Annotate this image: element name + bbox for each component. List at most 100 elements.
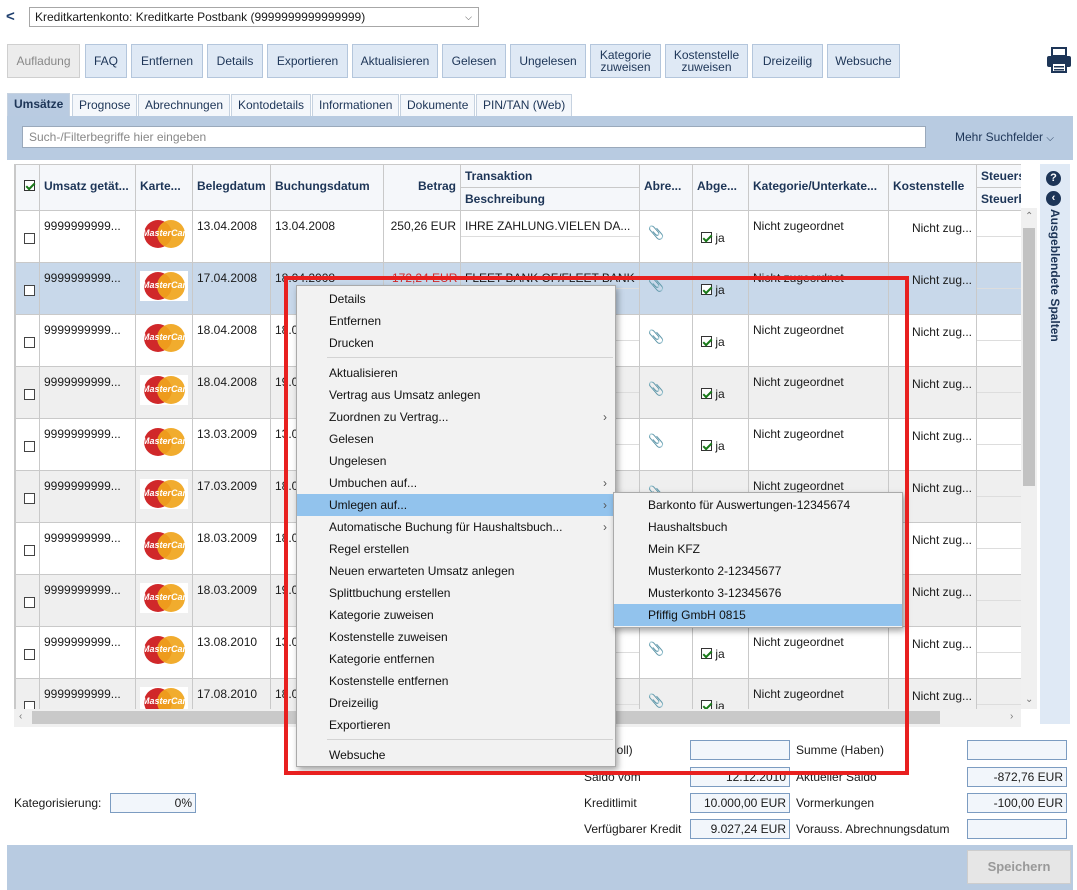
row-checkbox[interactable]: [15, 626, 40, 679]
scroll-down-icon[interactable]: ⌄: [1025, 694, 1033, 705]
submenu-item[interactable]: Pfiffig GmbH 0815: [614, 604, 902, 626]
paperclip-icon[interactable]: 📎: [648, 381, 664, 397]
row-checkbox[interactable]: [15, 574, 40, 627]
menu-item-kostenstelle-zuweisen[interactable]: Kostenstelle zuweisen: [297, 626, 615, 648]
kategorie-zuweisen-button[interactable]: Kategorie zuweisen: [590, 44, 661, 78]
back-icon[interactable]: <: [6, 8, 15, 25]
col-betrag[interactable]: Betrag: [383, 164, 461, 211]
collapse-left-icon[interactable]: ‹: [1046, 191, 1061, 206]
websuche-button[interactable]: Websuche: [827, 44, 900, 78]
gelesen-button[interactable]: Gelesen: [442, 44, 506, 78]
row-checkbox[interactable]: [15, 470, 40, 523]
menu-item-ungelesen[interactable]: Ungelesen: [297, 450, 615, 472]
help-icon[interactable]: ?: [1046, 171, 1061, 186]
mastercard-icon: MasterCard: [140, 531, 188, 561]
ungelesen-button[interactable]: Ungelesen: [510, 44, 586, 78]
col-belegdatum[interactable]: Belegdatum: [192, 164, 271, 211]
col-abgeglichen[interactable]: Abge...: [692, 164, 749, 211]
mastercard-icon: MasterCard: [140, 635, 188, 665]
chevron-right-icon: ›: [603, 498, 607, 512]
hidden-columns-label[interactable]: Ausgeblendete Spalten: [1040, 209, 1070, 349]
menu-item-vertrag-anlegen[interactable]: Vertrag aus Umsatz anlegen: [297, 384, 615, 406]
menu-item-regel-erstellen[interactable]: Regel erstellen: [297, 538, 615, 560]
menu-item-drucken[interactable]: Drucken: [297, 332, 615, 354]
col-transaktion[interactable]: Transaktion: [460, 164, 640, 188]
search-input[interactable]: Such-/Filterbegriffe hier eingeben: [22, 126, 926, 148]
kostenstelle-cell: Nicht zug...: [911, 429, 972, 443]
col-kategorie[interactable]: Kategorie/Unterkate...: [748, 164, 889, 211]
menu-item-kostenstelle-entfernen[interactable]: Kostenstelle entfernen: [297, 670, 615, 692]
aufladung-button[interactable]: Aufladung: [7, 44, 80, 78]
col-umsatz[interactable]: Umsatz getät...: [39, 164, 136, 211]
scroll-right-icon[interactable]: ›: [1010, 711, 1013, 722]
paperclip-icon[interactable]: 📎: [648, 225, 664, 241]
steuer-cell: [977, 472, 1021, 497]
details-button[interactable]: Details: [207, 44, 263, 78]
menu-item-kategorie-zuweisen[interactable]: Kategorie zuweisen: [297, 604, 615, 626]
scroll-up-icon[interactable]: ⌃: [1025, 211, 1033, 222]
menu-item-gelesen[interactable]: Gelesen: [297, 428, 615, 450]
tab-informationen[interactable]: Informationen: [312, 94, 400, 116]
dreizeilig-button[interactable]: Dreizeilig: [752, 44, 823, 78]
menu-item-umlegen[interactable]: Umlegen auf... ›: [297, 494, 615, 516]
col-buchungsdatum[interactable]: Buchungsdatum: [270, 164, 384, 211]
tab-umsaetze[interactable]: Umsätze: [7, 93, 71, 116]
paperclip-icon[interactable]: 📎: [648, 641, 664, 657]
scroll-left-icon[interactable]: ‹: [19, 711, 22, 722]
table-row[interactable]: 9999999999... MasterCard 13.04.2008 13.04.2…: [15, 210, 1021, 263]
row-checkbox[interactable]: [15, 678, 40, 709]
tab-dokumente[interactable]: Dokumente: [400, 94, 476, 116]
col-steuer[interactable]: Steuers: [976, 164, 1021, 188]
entfernen-button[interactable]: Entfernen: [131, 44, 203, 78]
select-all-checkbox[interactable]: [15, 164, 40, 211]
col-kostenstelle[interactable]: Kostenstelle: [888, 164, 977, 211]
col-karte[interactable]: Karte...: [135, 164, 193, 211]
menu-item-erwarteten-umsatz[interactable]: Neuen erwarteten Umsatz anlegen: [297, 560, 615, 582]
menu-item-aktualisieren[interactable]: Aktualisieren: [297, 362, 615, 384]
row-checkbox[interactable]: [15, 210, 40, 263]
row-checkbox[interactable]: [15, 522, 40, 575]
submenu-item[interactable]: Musterkonto 2-12345677: [614, 560, 902, 582]
menu-item-entfernen[interactable]: Entfernen: [297, 310, 615, 332]
account-select[interactable]: Kreditkartenkonto: Kreditkarte Postbank …: [29, 7, 479, 27]
submenu-item[interactable]: Barkonto für Auswertungen-12345674: [614, 494, 902, 516]
faq-button[interactable]: FAQ: [85, 44, 127, 78]
paperclip-icon[interactable]: 📎: [648, 433, 664, 449]
col-beschreibung[interactable]: Beschreibung: [460, 187, 640, 211]
col-abrechnung[interactable]: Abre...: [639, 164, 693, 211]
printer-icon[interactable]: [1045, 45, 1073, 75]
col-steuerbetrag[interactable]: Steuerb: [976, 187, 1021, 211]
tab-pin-tan[interactable]: PIN/TAN (Web): [476, 94, 573, 116]
menu-item-label: Aktualisieren: [329, 366, 398, 380]
menu-item-automatische-buchung[interactable]: Automatische Buchung für Haushaltsbuch..…: [297, 516, 615, 538]
menu-item-splittbuchung[interactable]: Splittbuchung erstellen: [297, 582, 615, 604]
paperclip-icon[interactable]: 📎: [648, 277, 664, 293]
save-button[interactable]: Speichern: [967, 850, 1071, 884]
umsatz-cell: 9999999999...: [44, 323, 121, 337]
menu-item-details[interactable]: Details: [297, 288, 615, 310]
row-checkbox[interactable]: [15, 314, 40, 367]
aktualisieren-button[interactable]: Aktualisieren: [352, 44, 438, 78]
menu-item-dreizeilig[interactable]: Dreizeilig: [297, 692, 615, 714]
menu-item-websuche[interactable]: Websuche: [297, 744, 615, 766]
tab-abrechnungen[interactable]: Abrechnungen: [138, 94, 231, 116]
tab-kontodetails[interactable]: Kontodetails: [231, 94, 312, 116]
menu-item-zuordnen-vertrag[interactable]: Zuordnen zu Vertrag... ›: [297, 406, 615, 428]
menu-item-exportieren[interactable]: Exportieren: [297, 714, 615, 736]
exportieren-button[interactable]: Exportieren: [267, 44, 348, 78]
menu-item-kategorie-entfernen[interactable]: Kategorie entfernen: [297, 648, 615, 670]
steuer-cell: [977, 264, 1021, 289]
paperclip-icon[interactable]: 📎: [648, 693, 664, 709]
submenu-item[interactable]: Haushaltsbuch: [614, 516, 902, 538]
kostenstelle-zuweisen-button[interactable]: Kostenstelle zuweisen: [665, 44, 748, 78]
tab-prognose[interactable]: Prognose: [72, 94, 138, 116]
submenu-item[interactable]: Musterkonto 3-12345676: [614, 582, 902, 604]
more-search-fields-link[interactable]: Mehr Suchfelder ⌵: [955, 130, 1054, 144]
vertical-scroll-thumb[interactable]: [1023, 228, 1035, 486]
row-checkbox[interactable]: [15, 418, 40, 471]
submenu-item[interactable]: Mein KFZ: [614, 538, 902, 560]
row-checkbox[interactable]: [15, 262, 40, 315]
paperclip-icon[interactable]: 📎: [648, 329, 664, 345]
row-checkbox[interactable]: [15, 366, 40, 419]
menu-item-umbuchen[interactable]: Umbuchen auf... ›: [297, 472, 615, 494]
